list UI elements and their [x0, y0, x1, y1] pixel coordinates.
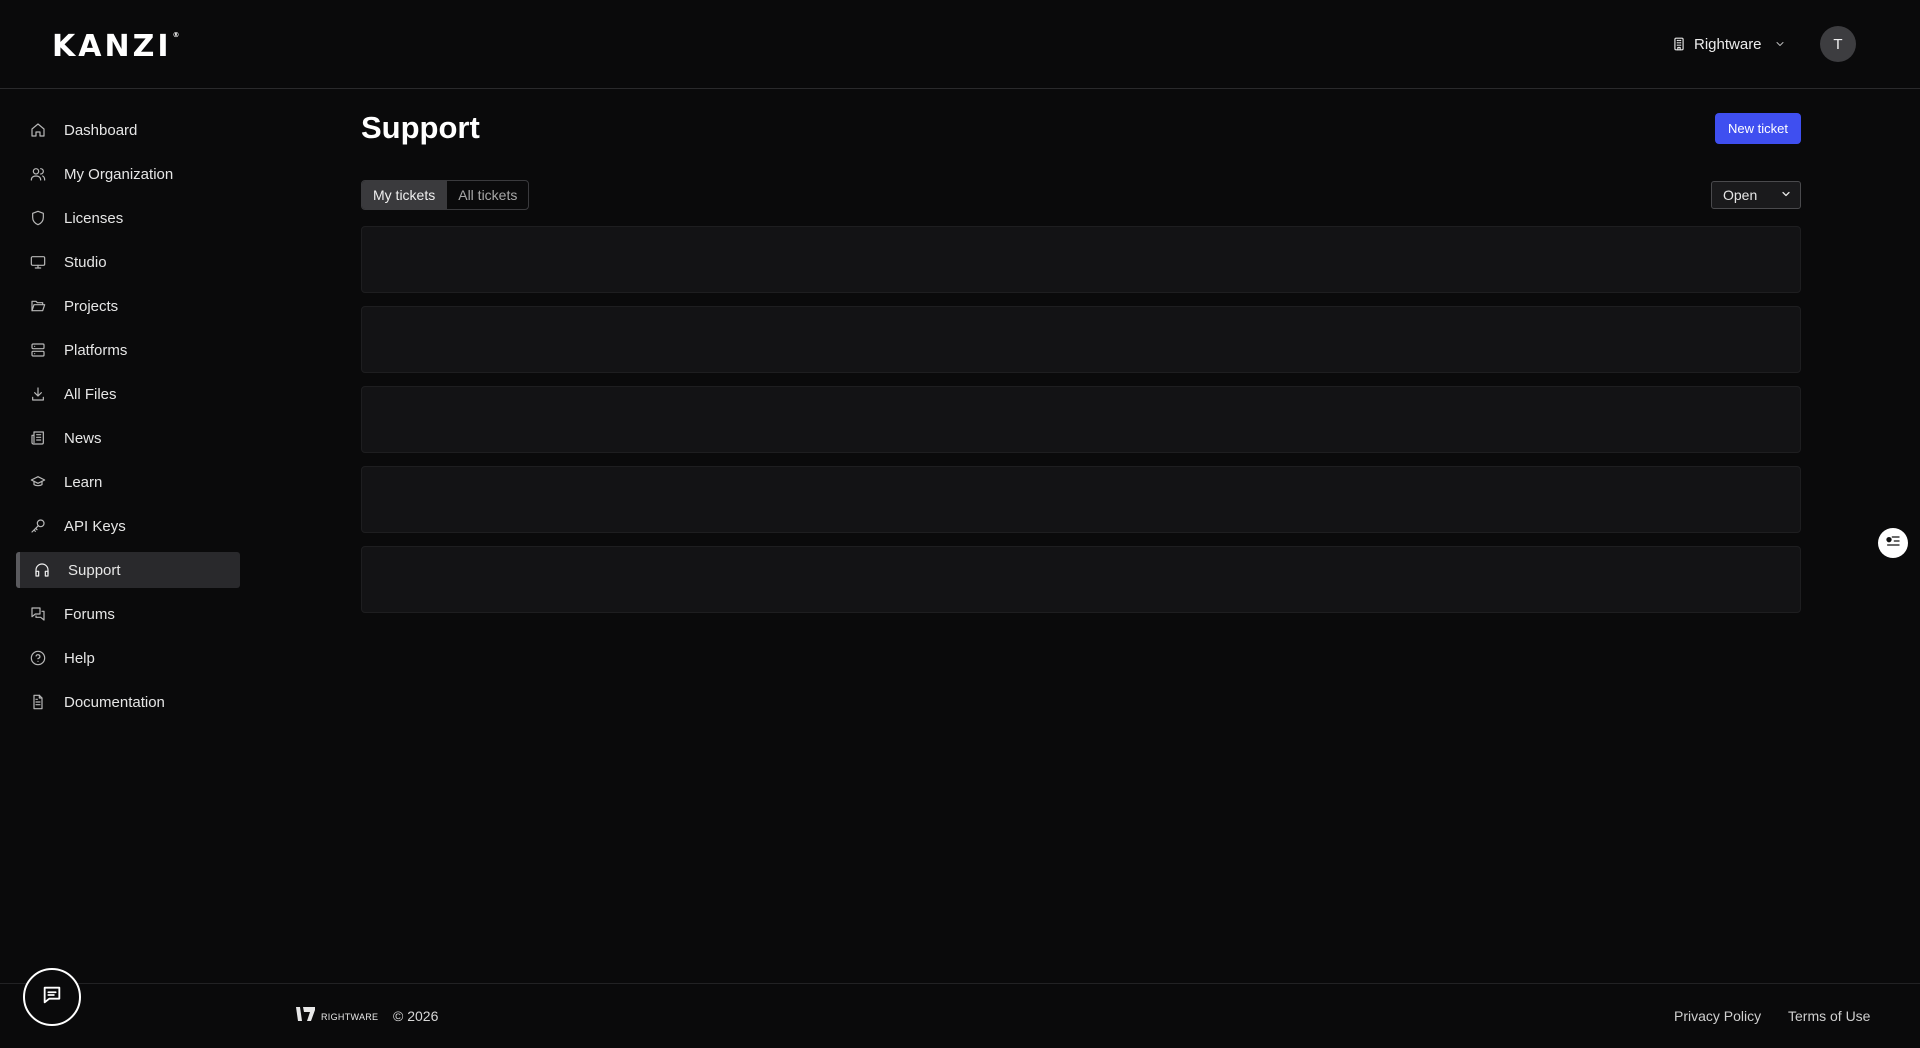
sidebar-item-licenses[interactable]: Licenses: [16, 200, 240, 236]
page-title: Support: [361, 110, 480, 145]
home-icon: [30, 122, 46, 138]
sidebar-item-help[interactable]: Help: [16, 640, 240, 676]
sidebar-item-documentation[interactable]: Documentation: [16, 684, 240, 720]
headphones-icon: [34, 562, 50, 578]
monitor-icon: [30, 254, 46, 270]
rightware-logo[interactable]: RIGHTWARE: [295, 1005, 378, 1028]
sidebar-item-projects[interactable]: Projects: [16, 288, 240, 324]
sidebar-item-label: Projects: [64, 297, 119, 315]
chat-button[interactable]: [23, 968, 81, 1026]
status-filter-value: Open: [1723, 187, 1758, 203]
sidebar-item-support[interactable]: Support: [16, 552, 240, 588]
sidebar-item-label: Licenses: [64, 209, 124, 227]
ticket-skeleton-row: [361, 466, 1801, 533]
tab-my-tickets[interactable]: My tickets: [362, 181, 447, 209]
sidebar-item-all-files[interactable]: All Files: [16, 376, 240, 412]
sidebar-item-label: Forums: [64, 605, 115, 623]
users-icon: [30, 166, 46, 182]
server-icon: [30, 342, 46, 358]
logo-text: KANZI: [52, 29, 172, 64]
privacy-policy-link[interactable]: Privacy Policy: [1674, 1008, 1761, 1024]
chevron-down-icon: [1780, 187, 1792, 203]
avatar-initial: T: [1833, 35, 1843, 53]
sidebar-item-label: Studio: [64, 253, 107, 271]
chat-icon: [41, 984, 63, 1011]
copyright-text: © 2026: [393, 1008, 439, 1024]
file-text-icon: [30, 694, 46, 710]
messages-icon: [30, 606, 46, 622]
graduation-cap-icon: [30, 474, 46, 490]
organization-name: Rightware: [1694, 35, 1762, 53]
chevron-down-icon: [1774, 38, 1786, 50]
ticket-scope-tabs: My tickets All tickets: [361, 180, 530, 210]
sidebar-item-label: Support: [68, 561, 121, 579]
sidebar-item-platforms[interactable]: Platforms: [16, 332, 240, 368]
newspaper-icon: [30, 430, 46, 446]
sidebar-item-label: Learn: [64, 473, 103, 491]
help-circle-icon: [30, 650, 46, 666]
shield-icon: [30, 210, 46, 226]
sidebar-item-dashboard[interactable]: Dashboard: [16, 112, 240, 148]
ticket-list: [361, 226, 1801, 626]
rightware-wordmark: RIGHTWARE: [321, 1011, 379, 1022]
kanzi-logo[interactable]: KANZI®: [52, 29, 180, 64]
settings-list-icon: [1885, 533, 1901, 554]
sidebar-item-label: API Keys: [64, 517, 126, 535]
logo-registered-mark: ®: [172, 31, 180, 39]
key-icon: [30, 518, 46, 534]
sidebar-item-learn[interactable]: Learn: [16, 464, 240, 500]
sidebar-item-news[interactable]: News: [16, 420, 240, 456]
side-panel-toggle[interactable]: [1878, 528, 1908, 558]
ticket-skeleton-row: [361, 306, 1801, 373]
folder-open-icon: [30, 298, 46, 314]
sidebar-item-label: All Files: [64, 385, 117, 403]
sidebar-nav: Dashboard My Organization Licenses Studi…: [16, 112, 240, 728]
rightware-mark-icon: [295, 1005, 317, 1028]
new-ticket-button[interactable]: New ticket: [1715, 113, 1801, 144]
top-header: KANZI® Rightware T: [0, 0, 1920, 89]
sidebar-item-my-organization[interactable]: My Organization: [16, 156, 240, 192]
sidebar-item-studio[interactable]: Studio: [16, 244, 240, 280]
building-icon: [1672, 37, 1686, 51]
page-footer: [0, 983, 1920, 1048]
user-avatar[interactable]: T: [1820, 26, 1856, 62]
organization-switcher[interactable]: Rightware: [1672, 31, 1786, 57]
sidebar-item-label: Platforms: [64, 341, 128, 359]
tab-all-tickets[interactable]: All tickets: [446, 181, 528, 209]
ticket-skeleton-row: [361, 386, 1801, 453]
sidebar-item-label: Documentation: [64, 693, 165, 711]
sidebar-item-forums[interactable]: Forums: [16, 596, 240, 632]
download-icon: [30, 386, 46, 402]
terms-of-use-link[interactable]: Terms of Use: [1788, 1008, 1870, 1024]
sidebar-item-label: Help: [64, 649, 95, 667]
status-filter-select[interactable]: Open: [1711, 181, 1801, 209]
sidebar-item-label: My Organization: [64, 165, 174, 183]
ticket-skeleton-row: [361, 546, 1801, 613]
sidebar-item-label: News: [64, 429, 102, 447]
ticket-skeleton-row: [361, 226, 1801, 293]
sidebar-item-api-keys[interactable]: API Keys: [16, 508, 240, 544]
sidebar-item-label: Dashboard: [64, 121, 138, 139]
